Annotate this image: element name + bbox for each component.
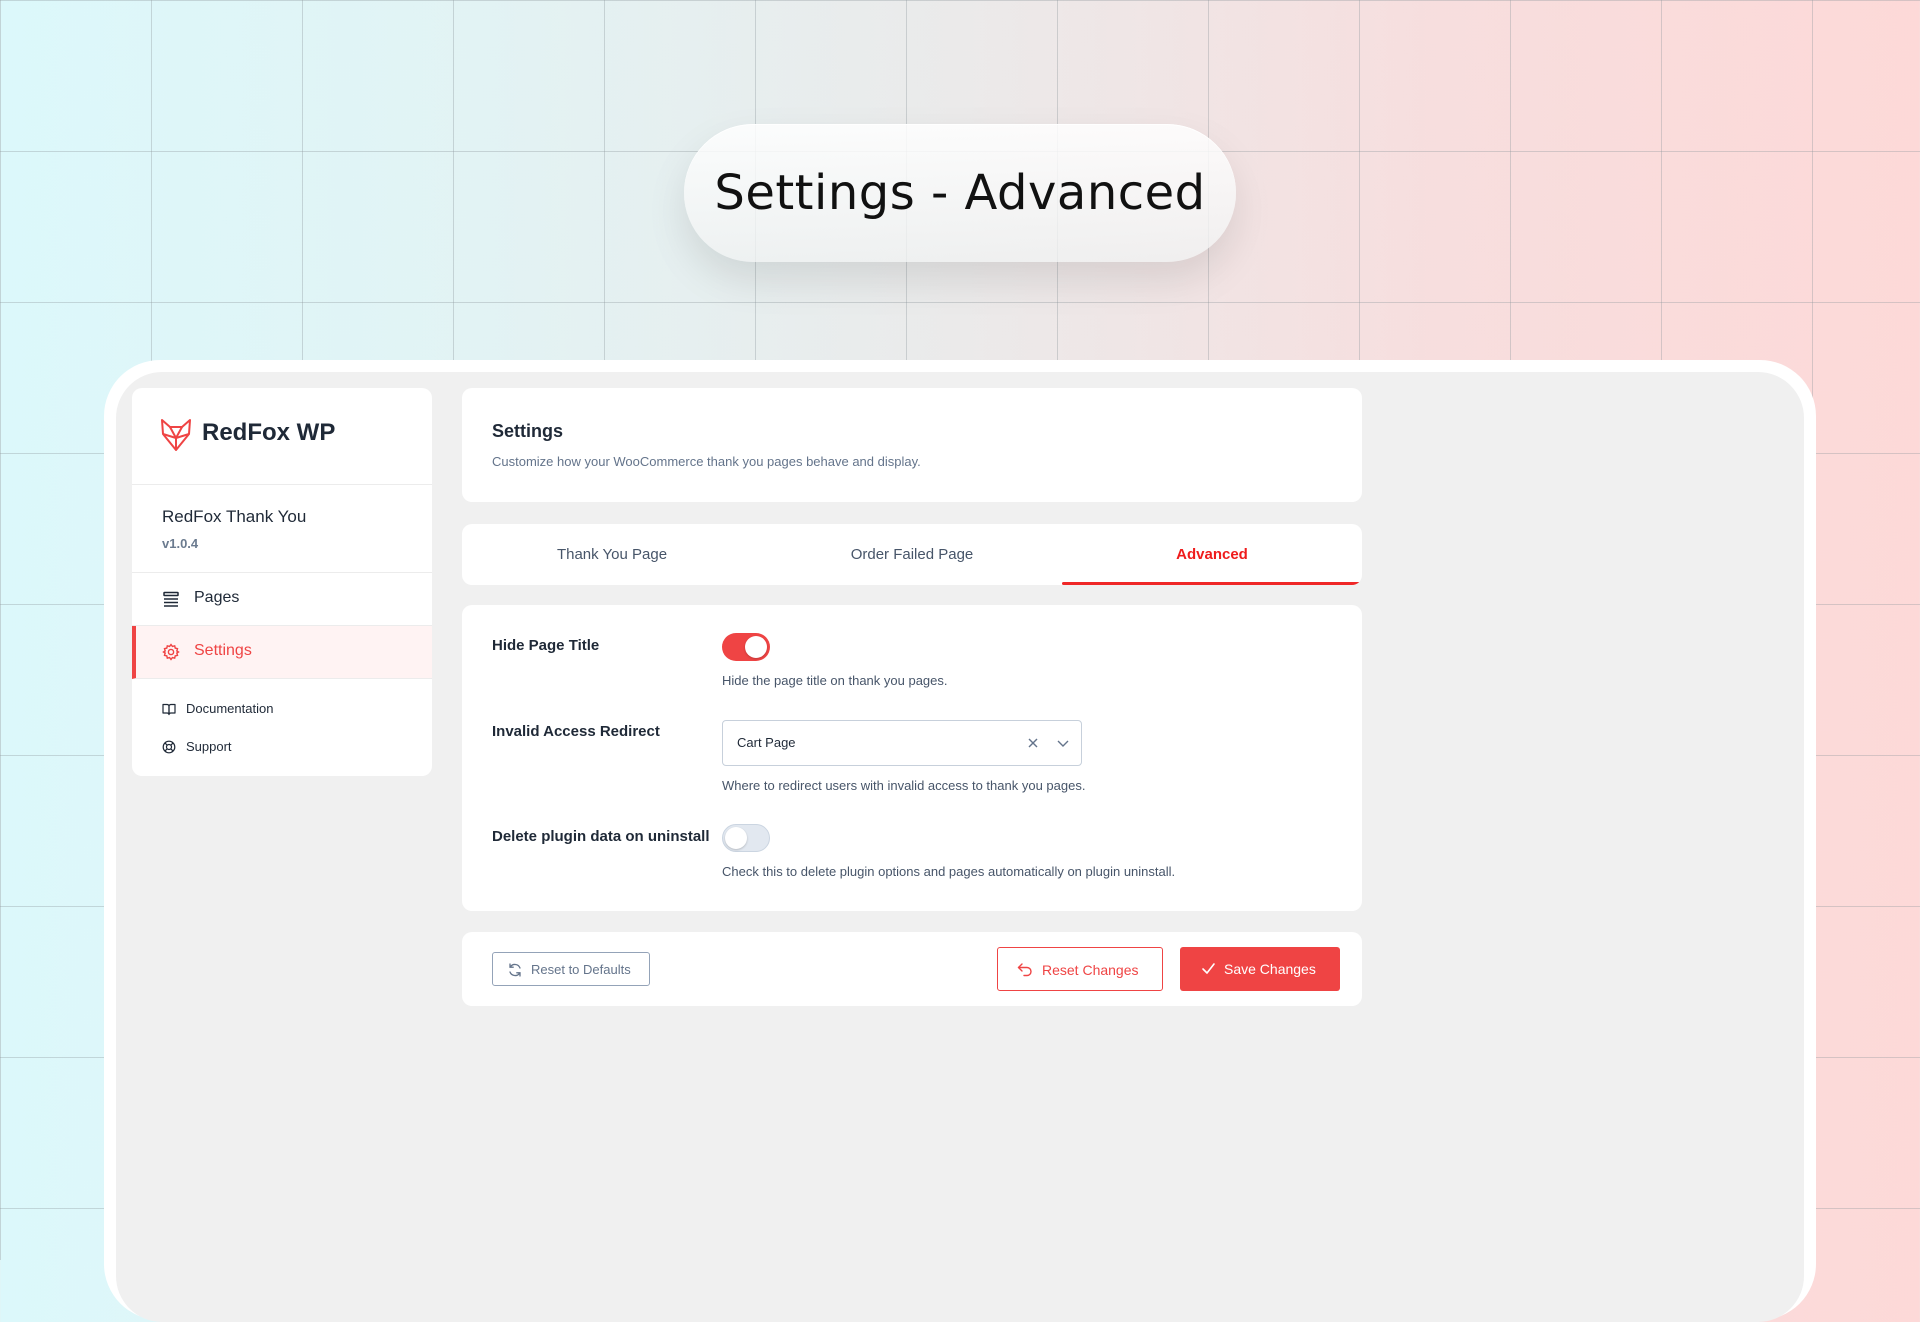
tab-order-failed-page[interactable]: Order Failed Page xyxy=(762,524,1062,585)
page-subtitle: Customize how your WooCommerce thank you… xyxy=(492,454,921,469)
toggle-knob xyxy=(725,827,747,849)
plugin-version: v1.0.4 xyxy=(162,536,199,551)
book-icon xyxy=(162,703,176,716)
brand-header: RedFox WP xyxy=(132,388,432,485)
tab-advanced[interactable]: Advanced xyxy=(1062,524,1362,585)
hide-title-toggle[interactable] xyxy=(722,633,770,661)
link-label: Documentation xyxy=(186,701,274,716)
delete-data-toggle[interactable] xyxy=(722,824,770,852)
settings-header: Settings Customize how your WooCommerce … xyxy=(462,388,1362,502)
sidebar-item-label: Settings xyxy=(194,642,252,659)
hide-title-label: Hide Page Title xyxy=(492,637,600,654)
hero-title: Settings - Advanced xyxy=(714,165,1206,221)
save-changes-button[interactable]: Save Changes xyxy=(1180,947,1340,991)
tab-label: Order Failed Page xyxy=(850,546,974,563)
lifebuoy-icon xyxy=(162,740,176,754)
reset-to-defaults-button[interactable]: Reset to Defaults xyxy=(492,952,650,986)
hide-title-help: Hide the page title on thank you pages. xyxy=(722,673,948,688)
redirect-label: Invalid Access Redirect xyxy=(492,723,660,740)
button-label: Save Changes xyxy=(1224,961,1316,977)
page-title: Settings xyxy=(492,421,564,441)
tab-label: Advanced xyxy=(1176,546,1248,563)
button-label: Reset to Defaults xyxy=(531,962,631,977)
refresh-icon xyxy=(509,963,521,977)
redirect-select-value: Cart Page xyxy=(737,735,796,750)
fox-logo-icon xyxy=(161,419,191,451)
tab-thank-you-page[interactable]: Thank You Page xyxy=(462,524,762,585)
sidebar: RedFox WP RedFox Thank You v1.0.4 Pages … xyxy=(132,388,432,776)
reset-changes-button[interactable]: Reset Changes xyxy=(997,947,1163,991)
redirect-help: Where to redirect users with invalid acc… xyxy=(722,778,1086,793)
sidebar-item-pages[interactable]: Pages xyxy=(132,573,432,626)
check-icon xyxy=(1202,963,1215,974)
undo-icon xyxy=(1017,963,1032,977)
plugin-info: RedFox Thank You v1.0.4 xyxy=(132,485,432,573)
settings-footer: Reset to Defaults Reset Changes Save Cha… xyxy=(462,932,1362,1006)
toggle-knob xyxy=(745,636,767,658)
brand-name: RedFox WP xyxy=(202,419,336,446)
chevron-down-icon[interactable] xyxy=(1055,735,1071,751)
clear-icon[interactable] xyxy=(1025,735,1041,751)
gear-icon xyxy=(162,643,180,661)
list-icon xyxy=(163,591,179,607)
delete-data-label: Delete plugin data on uninstall xyxy=(492,828,710,845)
app-screen: RedFox WP RedFox Thank You v1.0.4 Pages … xyxy=(116,372,1804,1322)
advanced-options: Hide Page Title Hide the page title on t… xyxy=(462,605,1362,911)
settings-tabs: Thank You Page Order Failed Page Advance… xyxy=(462,524,1362,585)
plugin-name: RedFox Thank You xyxy=(162,507,307,526)
link-label: Support xyxy=(186,739,232,754)
button-label: Reset Changes xyxy=(1042,962,1139,978)
tab-label: Thank You Page xyxy=(556,546,668,563)
delete-data-help: Check this to delete plugin options and … xyxy=(722,864,1176,879)
sidebar-item-settings[interactable]: Settings xyxy=(132,626,432,679)
sidebar-item-label: Pages xyxy=(194,589,240,606)
hero-title-pill: Settings - Advanced xyxy=(684,124,1236,262)
redirect-select[interactable]: Cart Page xyxy=(722,720,1082,766)
